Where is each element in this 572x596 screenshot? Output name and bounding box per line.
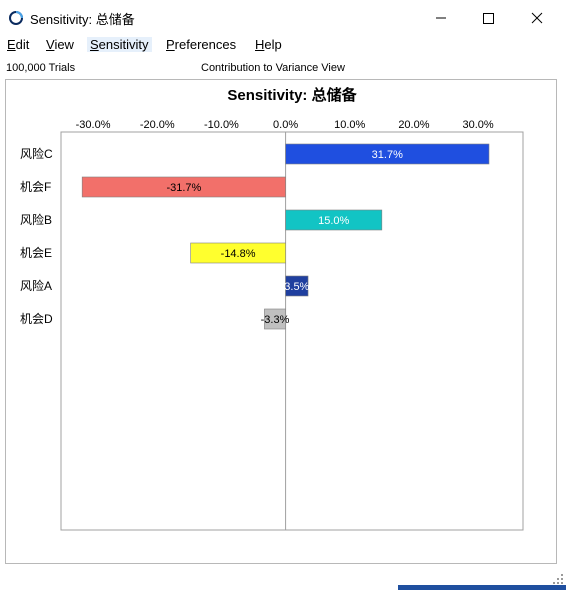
category-label: 风险C xyxy=(20,146,53,161)
menu-edit-label: dit xyxy=(15,37,30,52)
maximize-button[interactable] xyxy=(465,2,511,32)
close-icon xyxy=(531,12,543,24)
menu-sensitivity-mnemonic: S xyxy=(90,37,99,52)
menu-sensitivity[interactable]: Sensitivity xyxy=(87,37,152,52)
category-label: 风险A xyxy=(20,278,52,293)
trials-count: 100,000 Trials xyxy=(6,62,76,74)
info-bar: 100,000 Trials Contribution to Variance … xyxy=(0,60,566,78)
title-bar[interactable]: Sensitivity: 总储备 xyxy=(0,0,566,34)
value-label: 3.5% xyxy=(284,281,309,293)
value-label: 15.0% xyxy=(318,215,349,227)
sensitivity-chart: Sensitivity: 总储备 -30.0% -20.0% -10.0% 0.0% 10… xyxy=(20,86,524,531)
menu-bar: Edit View Sensitivity Preferences Help xyxy=(0,34,566,56)
x-tick-label: 10.0% xyxy=(334,119,365,131)
window-title: Sensitivity: 总储备 xyxy=(30,12,135,27)
menu-view-label: iew xyxy=(54,37,74,52)
value-label: 31.7% xyxy=(372,149,403,161)
category-label: 风险B xyxy=(20,212,52,227)
close-button[interactable] xyxy=(514,2,560,32)
menu-preferences[interactable]: Preferences xyxy=(166,37,236,52)
menu-view[interactable]: View xyxy=(46,37,74,52)
menu-edit[interactable]: Edit xyxy=(7,37,29,52)
taskbar-strip xyxy=(398,585,566,590)
x-tick-label: -10.0% xyxy=(204,119,239,131)
x-tick-label: -20.0% xyxy=(140,119,175,131)
menu-preferences-mnemonic: P xyxy=(166,37,175,52)
menu-help[interactable]: Help xyxy=(255,37,282,52)
maximize-icon xyxy=(483,13,494,24)
menu-help-label: elp xyxy=(264,37,282,52)
chart-title: Sensitivity: 总储备 xyxy=(227,86,357,104)
value-label: -31.7% xyxy=(166,182,201,194)
sensitivity-window: Sensitivity: 总储备 Edit View Sensitivity P… xyxy=(0,0,566,590)
chart-frame: Sensitivity: 总储备 -30.0% -20.0% -10.0% 0.0% 10… xyxy=(5,79,557,564)
view-name: Contribution to Variance View xyxy=(201,62,345,74)
menu-preferences-label: references xyxy=(174,37,237,52)
value-label: -14.8% xyxy=(221,248,256,260)
category-label: 机会F xyxy=(20,180,51,194)
minimize-button[interactable] xyxy=(418,2,464,32)
menu-edit-mnemonic: E xyxy=(7,37,16,52)
category-label: 机会E xyxy=(20,246,52,260)
x-tick-label: -30.0% xyxy=(76,119,111,131)
x-tick-label: 30.0% xyxy=(462,119,493,131)
value-label: -3.3% xyxy=(261,314,290,326)
menu-help-mnemonic: H xyxy=(255,37,265,52)
app-icon xyxy=(9,11,23,25)
minimize-icon xyxy=(436,17,446,19)
x-tick-label: 0.0% xyxy=(273,119,298,131)
category-label: 机会D xyxy=(20,312,53,326)
menu-sensitivity-label: ensitivity xyxy=(98,37,149,52)
x-tick-label: 20.0% xyxy=(398,119,429,131)
